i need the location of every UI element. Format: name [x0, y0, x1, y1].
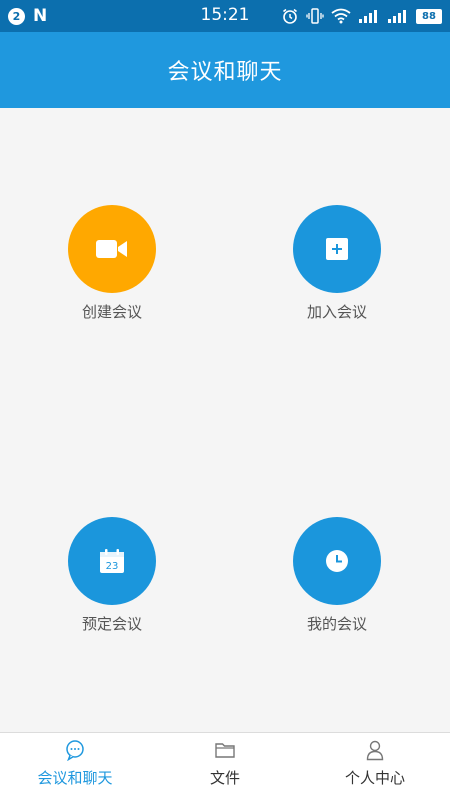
clock-icon — [326, 550, 348, 572]
chat-bubble-icon — [66, 740, 84, 761]
schedule-meeting-button[interactable]: 23 预定会议 — [42, 517, 182, 634]
folder-icon — [215, 743, 235, 758]
join-meeting-label: 加入会议 — [306, 303, 367, 321]
wifi-icon — [331, 8, 351, 24]
plus-square-icon — [326, 238, 348, 260]
tab-meetings-chat-label: 会议和聊天 — [37, 769, 113, 787]
calendar-icon: 23 — [100, 549, 124, 573]
person-icon — [366, 740, 384, 761]
tab-profile[interactable]: 个人中心 — [300, 733, 450, 800]
my-meetings-button[interactable]: 我的会议 — [267, 517, 407, 634]
alarm-icon — [283, 8, 297, 24]
create-meeting-label: 创建会议 — [81, 303, 142, 321]
calendar-day-text: 23 — [106, 561, 119, 572]
bottom-nav: 会议和聊天 文件 个人中心 — [0, 732, 450, 800]
my-meetings-label: 我的会议 — [306, 615, 367, 633]
join-meeting-circle[interactable] — [293, 205, 381, 293]
join-meeting-button[interactable]: 加入会议 — [267, 205, 407, 322]
video-camera-icon — [96, 240, 127, 258]
battery-indicator: 88 — [416, 8, 442, 24]
create-meeting-button[interactable]: 创建会议 — [42, 205, 182, 322]
tab-files[interactable]: 文件 — [150, 733, 300, 800]
vibrate-icon — [306, 8, 324, 24]
tab-profile-label: 个人中心 — [344, 769, 405, 787]
tab-meetings-chat[interactable]: 会议和聊天 — [0, 733, 150, 800]
schedule-meeting-label: 预定会议 — [81, 615, 142, 633]
status-bar: 2 N 15:21 88 — [0, 0, 450, 32]
signal-icon — [359, 10, 377, 23]
schedule-meeting-circle[interactable]: 23 — [68, 517, 156, 605]
page-title: 会议和聊天 — [167, 60, 283, 85]
my-meetings-circle[interactable] — [293, 517, 381, 605]
tab-files-label: 文件 — [209, 769, 240, 787]
status-bar-right: 88 — [281, 6, 442, 26]
signal-icon — [388, 10, 406, 23]
create-meeting-circle[interactable] — [68, 205, 156, 293]
header: 会议和聊天 — [0, 32, 450, 108]
